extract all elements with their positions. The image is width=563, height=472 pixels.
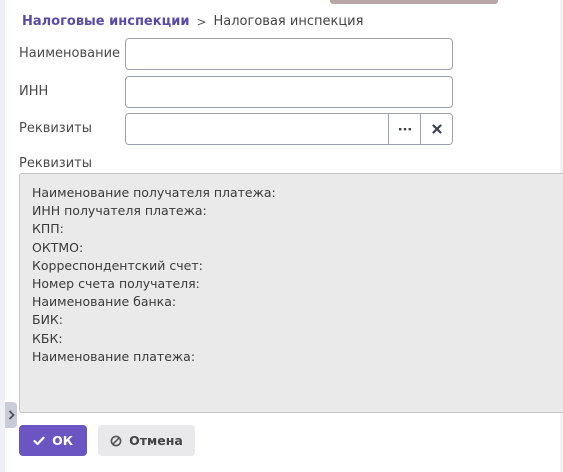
top-accent-bar [330, 0, 498, 4]
cancel-circle-icon [110, 435, 122, 446]
details-line-oktmo: ОКТМО: [32, 239, 84, 255]
chevron-right-icon [8, 410, 15, 420]
ok-button-label: ОК [52, 433, 73, 448]
inn-label: ИНН [19, 84, 49, 99]
details-line-kpp: КПП: [32, 221, 64, 237]
requisites-picker [125, 113, 453, 145]
ok-button[interactable]: ОК [19, 425, 87, 456]
details-line-kbk: КБК: [32, 330, 63, 346]
breadcrumb: Налоговые инспекции > Налоговая инспекци… [22, 14, 363, 29]
details-line-bank-name: Наименование банка: [32, 294, 177, 310]
breadcrumb-separator: > [196, 14, 207, 29]
requisites-select-button[interactable] [388, 114, 420, 144]
details-section-label: Реквизиты [19, 156, 92, 171]
cancel-button-label: Отмена [129, 433, 183, 448]
cancel-button[interactable]: Отмена [98, 425, 195, 456]
details-line-recipient-name: Наименование получателя платежа: [32, 185, 276, 200]
requisites-label: Реквизиты [19, 121, 92, 136]
details-line-account-number: Номер счета получателя: [32, 276, 200, 292]
sidebar-expander[interactable] [5, 402, 17, 428]
check-icon [33, 436, 45, 445]
close-icon [431, 124, 442, 134]
details-line-corr-account: Корреспондентский счет: [32, 257, 203, 273]
ellipsis-icon [398, 128, 411, 131]
breadcrumb-link-tax-offices[interactable]: Налоговые инспекции [22, 14, 189, 29]
requisites-details-box: Наименование получателя платежа: ИНН пол… [19, 173, 563, 413]
details-line-bik: БИК: [32, 312, 64, 328]
details-line-payment-name: Наименование платежа: [32, 348, 196, 364]
name-input[interactable] [125, 38, 453, 70]
inn-input[interactable] [125, 76, 453, 108]
details-line-recipient-inn: ИНН получателя платежа: [32, 203, 207, 219]
breadcrumb-current: Налоговая инспекция [213, 14, 364, 29]
requisites-clear-button[interactable] [420, 114, 452, 144]
name-label: Наименование [19, 46, 121, 61]
requisites-input[interactable] [126, 114, 388, 144]
